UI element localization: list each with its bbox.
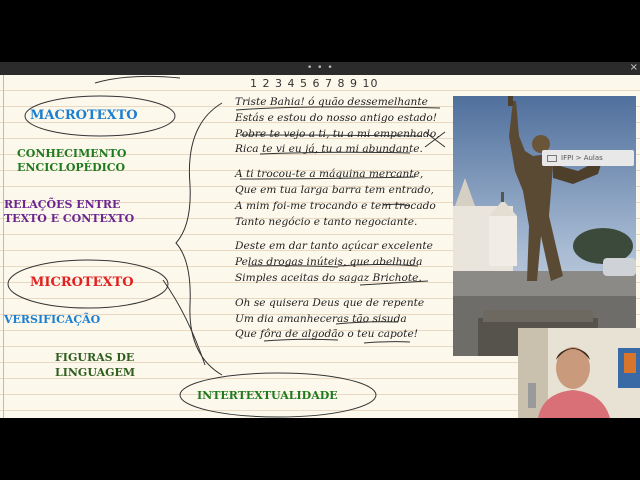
- poem-stanza: A ti trocou-te a máquina mercante, Que e…: [235, 167, 450, 230]
- poem-stanza: Deste em dar tanto açúcar excelente Pela…: [235, 239, 450, 286]
- close-icon[interactable]: ×: [630, 62, 638, 73]
- poem-line: Tanto negócio e tanto negociante.: [235, 215, 418, 228]
- bottom-letterbox: [0, 418, 640, 480]
- macrotexto-label: MACROTEXTO: [30, 108, 138, 123]
- microtexto-label: MICROTEXTO: [30, 275, 134, 290]
- poem-line: Pobre te vejo a ti, tu a mi empenhado,: [235, 127, 440, 140]
- poem-line: A mim foi-me trocando e tem trocado: [235, 199, 436, 212]
- poem-line: Um dia amanheceras tão sisuda: [235, 312, 407, 325]
- poem-line: Deste em dar tanto açúcar excelente: [235, 240, 433, 253]
- relacoes-label-line1: RELAÇÕES ENTRE: [4, 198, 121, 211]
- poem-stanza: Triste Bahia! ó quão dessemelhante Estás…: [235, 95, 450, 158]
- menu-dots[interactable]: • • •: [307, 63, 334, 73]
- statue-photo: [453, 96, 636, 356]
- poem-line: Triste Bahia! ó quão dessemelhante: [235, 96, 428, 108]
- poem-line: Rica te vi eu já, tu a mi abundante.: [235, 143, 423, 156]
- figuras-label-line2: LINGUAGEM: [55, 366, 136, 379]
- poem-line: A ti trocou-te a máquina mercante,: [235, 168, 424, 181]
- figuras-label-line1: FIGURAS DE: [55, 351, 135, 364]
- relacoes-label-line2: TEXTO E CONTEXTO: [4, 212, 135, 225]
- poem-line: Simples aceitas do sagaz Brichote.: [235, 271, 422, 284]
- intertextualidade-label: INTERTEXTUALIDADE: [197, 389, 338, 402]
- webcam-feed: [518, 328, 640, 418]
- poem-text: Triste Bahia! ó quão dessemelhante Estás…: [235, 95, 450, 352]
- poem-line: Oh se quisera Deus que de repente: [235, 296, 425, 309]
- poem-line: Estás e estou do nosso antigo estado!: [235, 111, 438, 124]
- conhecimento-label-line1: CONHECIMENTO: [17, 147, 127, 160]
- window-icon: [547, 154, 557, 162]
- poem-line: Que fôra de algodão o teu capote!: [235, 328, 418, 341]
- conhecimento-label-line2: ENCICLOPÉDICO: [17, 161, 126, 174]
- poem-stanza: Oh se quisera Deus que de repente Um dia…: [235, 296, 450, 343]
- poem-line: Que em tua larga barra tem entrado,: [235, 183, 434, 196]
- breadcrumb-text: IFPI > Aulas: [561, 154, 603, 162]
- breadcrumb-chip[interactable]: IFPI > Aulas: [542, 150, 634, 166]
- poem-line: Pelas drogas inúteis, que abelhuda: [235, 256, 423, 269]
- versificacao-label: VERSIFICAÇÃO: [4, 313, 101, 326]
- syllable-count-numbers: 1 2 3 4 5 6 7 8 9 10: [250, 77, 379, 90]
- margin-line: [3, 75, 4, 418]
